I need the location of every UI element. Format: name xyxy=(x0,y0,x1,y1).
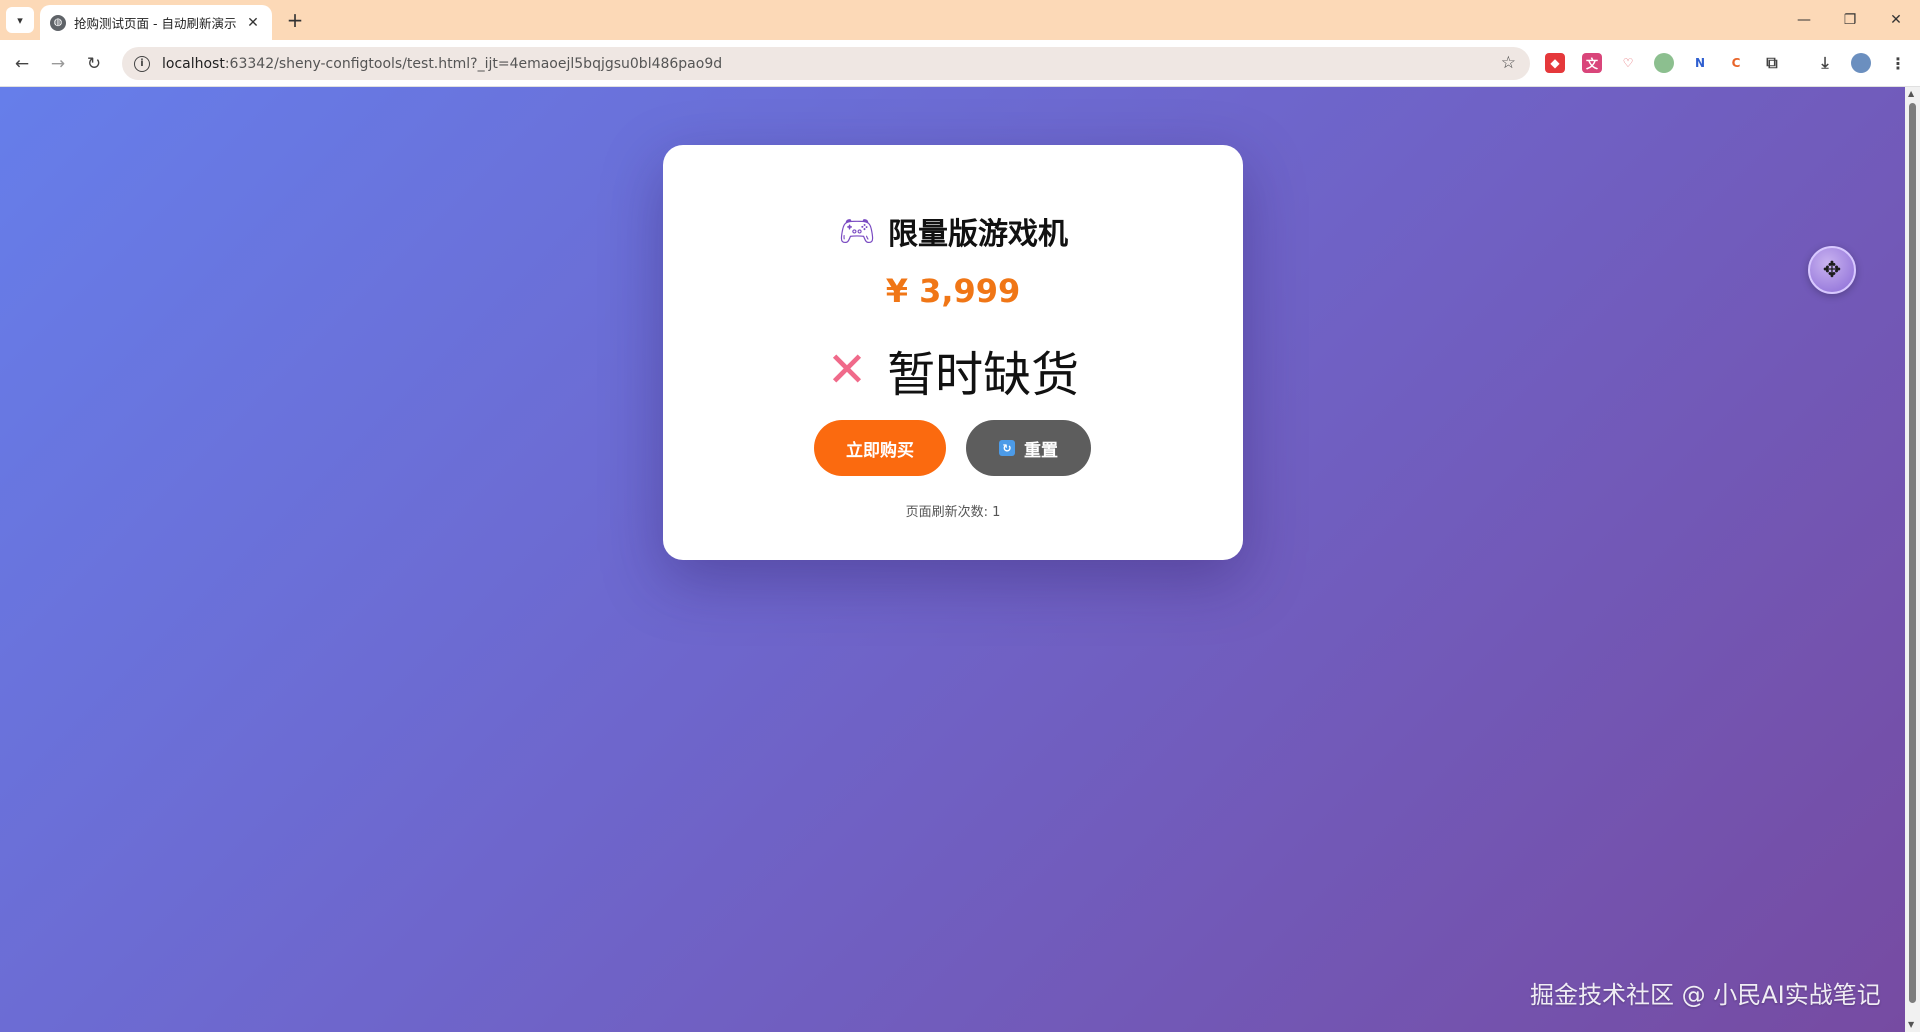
refresh-icon: ↻ xyxy=(999,440,1015,456)
buy-now-button[interactable]: 立即购买 xyxy=(814,420,946,476)
extension-wifi-icon[interactable]: ♡ xyxy=(1618,53,1638,73)
reset-label: 重置 xyxy=(1024,440,1058,461)
url-path: :63342/sheny-configtools/test.html?_ijt=… xyxy=(224,55,723,72)
url-text: localhost:63342/sheny-configtools/test.h… xyxy=(162,56,722,72)
gamepad-icon: 🎮︎ xyxy=(837,213,877,249)
scroll-down-arrow-icon[interactable]: ▼ xyxy=(1908,1020,1914,1029)
reset-button[interactable]: ↻ 重置 xyxy=(966,420,1091,476)
product-price: ¥ 3,999 xyxy=(885,272,1021,310)
url-host: localhost xyxy=(162,55,225,72)
refresh-counter: 页面刷新次数: 1 xyxy=(905,505,1001,520)
address-bar[interactable]: i localhost:63342/sheny-configtools/test… xyxy=(122,47,1530,80)
product-header: 🎮︎ 限量版游戏机 xyxy=(663,209,1243,253)
forward-arrow-icon[interactable]: → xyxy=(44,50,72,78)
scroll-up-arrow-icon[interactable]: ▲ xyxy=(1908,89,1914,98)
extension-n-icon[interactable]: N xyxy=(1690,53,1710,73)
scrollbar-thumb[interactable] xyxy=(1909,103,1916,1003)
minimize-button[interactable]: — xyxy=(1780,0,1828,40)
new-tab-button[interactable]: + xyxy=(282,7,308,33)
globe-icon: ◍ xyxy=(50,14,66,31)
product-name: 限量版游戏机 xyxy=(888,217,1069,252)
browser-tab-active[interactable]: ◍ 抢购测试页面 - 自动刷新演示 ✕ xyxy=(40,5,272,40)
extension-circle-icon[interactable] xyxy=(1654,53,1674,73)
close-window-button[interactable]: ✕ xyxy=(1872,0,1920,40)
product-card: 🎮︎ 限量版游戏机 ¥ 3,999 ✕ 暂时缺货 立即购买 ↻ 重置 页面刷新次… xyxy=(663,145,1243,560)
browser-toolbar: ← → ↻ i localhost:63342/sheny-configtool… xyxy=(0,40,1920,87)
chevron-down-icon: ▾ xyxy=(17,13,23,27)
browser-tab-bar: ▾ ◍ 抢购测试页面 - 自动刷新演示 ✕ + — ❐ ✕ xyxy=(0,0,1920,40)
extension-shield-icon[interactable]: ◆ xyxy=(1545,53,1565,73)
stock-status-text: 暂时缺货 xyxy=(887,347,1080,403)
extensions-puzzle-icon[interactable]: ⧉ xyxy=(1762,53,1782,73)
stock-status: ✕ 暂时缺货 xyxy=(663,335,1243,405)
page-scrollbar[interactable]: ▲ ▼ xyxy=(1905,87,1920,1032)
browser-menu-icon[interactable]: ⋮ xyxy=(1888,53,1908,73)
bookmark-star-icon[interactable]: ☆ xyxy=(1501,53,1516,73)
tab-close-icon[interactable]: ✕ xyxy=(244,15,262,31)
reload-icon[interactable]: ↻ xyxy=(80,50,108,78)
tab-search-button[interactable]: ▾ xyxy=(6,7,34,33)
extension-translate-icon[interactable]: 文 xyxy=(1582,53,1602,73)
back-arrow-icon[interactable]: ← xyxy=(8,50,36,78)
profile-avatar[interactable] xyxy=(1851,53,1871,73)
download-icon[interactable]: ⤓ xyxy=(1815,53,1835,73)
assistant-float-icon[interactable]: ✥ xyxy=(1808,246,1856,294)
restore-button[interactable]: ❐ xyxy=(1826,0,1874,40)
site-info-icon[interactable]: i xyxy=(134,55,150,72)
extension-c-icon[interactable]: C xyxy=(1726,53,1746,73)
cross-mark-icon: ✕ xyxy=(826,342,868,398)
buy-now-label: 立即购买 xyxy=(846,440,914,461)
watermark: 掘金技术社区 @ 小民AI实战笔记 xyxy=(1530,981,1881,1009)
tab-title: 抢购测试页面 - 自动刷新演示 xyxy=(74,16,237,31)
